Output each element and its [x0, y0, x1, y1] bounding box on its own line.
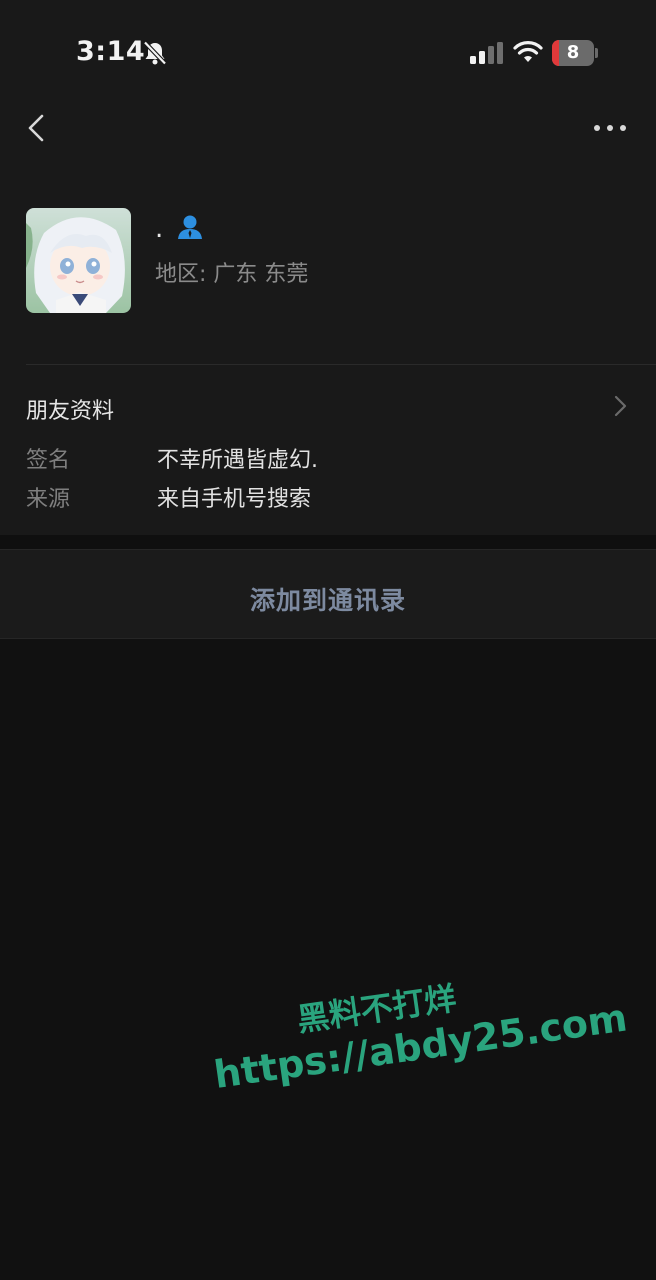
status-bar: 3:14 8: [0, 0, 656, 100]
contact-person-icon: [178, 215, 202, 239]
divider: [26, 364, 656, 365]
signature-value: 不幸所遇皆虚幻.: [157, 448, 318, 473]
avatar[interactable]: [26, 208, 131, 313]
more-options-button[interactable]: [592, 118, 628, 138]
battery-icon: 8: [552, 40, 598, 66]
source-value: 来自手机号搜索: [157, 487, 312, 512]
watermark: 黑料不打烊 https://abdy25.com: [190, 954, 630, 1129]
bell-off-icon: [143, 40, 167, 66]
battery-level: 8: [566, 42, 580, 63]
chevron-right-icon[interactable]: [612, 394, 628, 418]
status-time: 3:14: [76, 36, 146, 67]
add-to-contacts-label: 添加到通讯录: [249, 586, 406, 615]
cellular-signal-icon: [470, 42, 503, 64]
friend-info-title[interactable]: 朋友资料: [26, 393, 114, 425]
add-to-contacts-button[interactable]: 添加到通讯录: [0, 549, 656, 639]
source-label: 来源: [26, 487, 71, 512]
region-text: 地区: 广东 东莞: [155, 262, 309, 287]
section-separator: [0, 535, 656, 549]
back-button[interactable]: [22, 110, 52, 146]
signature-label: 签名: [26, 448, 71, 473]
wifi-icon: [513, 41, 543, 62]
nickname: .: [155, 214, 164, 244]
